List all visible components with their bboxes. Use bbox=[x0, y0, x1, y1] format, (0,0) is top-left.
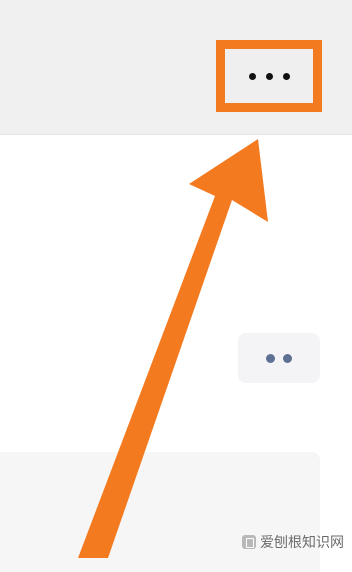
content-card bbox=[0, 452, 320, 572]
secondary-more-button[interactable] bbox=[238, 333, 320, 383]
more-options-button[interactable] bbox=[216, 40, 322, 112]
watermark-text: 爱刨根知识网 bbox=[260, 535, 344, 551]
more-dot-1 bbox=[248, 72, 256, 80]
secondary-dot-2 bbox=[283, 353, 292, 363]
watermark: 爱刨根知识网 bbox=[242, 532, 344, 552]
secondary-dot-1 bbox=[266, 353, 275, 363]
more-dot-3 bbox=[282, 72, 290, 80]
more-dot-2 bbox=[265, 72, 273, 80]
watermark-logo-icon bbox=[242, 535, 256, 549]
top-bar bbox=[0, 0, 352, 135]
